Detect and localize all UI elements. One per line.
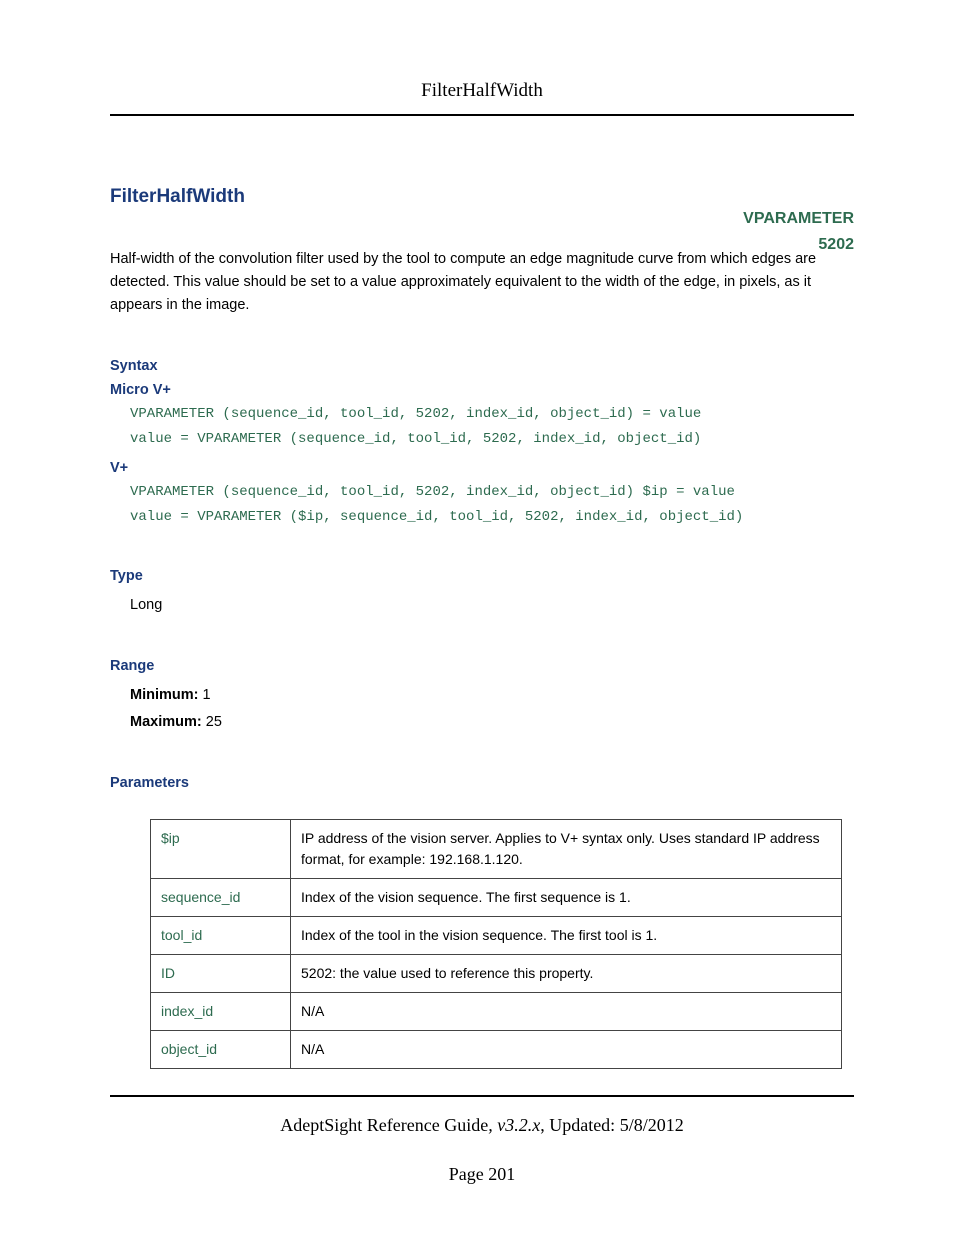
- parameters-heading: Parameters: [110, 775, 854, 791]
- tag-code: 5202: [743, 232, 854, 258]
- range-min-value: 1: [203, 687, 211, 703]
- syntax-heading: Syntax: [110, 358, 854, 374]
- range-max: Maximum: 25: [130, 709, 854, 737]
- range-max-value: 25: [206, 714, 222, 730]
- param-desc: Index of the vision sequence. The first …: [291, 878, 842, 916]
- param-desc: Index of the tool in the vision sequence…: [291, 916, 842, 954]
- param-name: tool_id: [151, 916, 291, 954]
- table-row: tool_id Index of the tool in the vision …: [151, 916, 842, 954]
- footer-version: , v3.2.x: [488, 1115, 540, 1135]
- footer-doc-title: AdeptSight Reference Guide: [280, 1115, 488, 1135]
- table-row: index_id N/A: [151, 992, 842, 1030]
- range-min: Minimum: 1: [130, 682, 854, 710]
- vplus-code: VPARAMETER (sequence_id, tool_id, 5202, …: [130, 480, 854, 530]
- param-name: ID: [151, 954, 291, 992]
- table-row: $ip IP address of the vision server. App…: [151, 819, 842, 878]
- tag-label: VPARAMETER: [743, 206, 854, 232]
- table-row: sequence_id Index of the vision sequence…: [151, 878, 842, 916]
- description-text: Half-width of the convolution filter use…: [110, 248, 854, 318]
- parameters-table: $ip IP address of the vision server. App…: [150, 819, 842, 1069]
- vplus-label: V+: [110, 460, 854, 476]
- type-value: Long: [130, 592, 854, 620]
- footer-page-number: 201: [488, 1164, 515, 1184]
- param-name: index_id: [151, 992, 291, 1030]
- param-desc: N/A: [291, 1030, 842, 1068]
- param-name: object_id: [151, 1030, 291, 1068]
- table-row: object_id N/A: [151, 1030, 842, 1068]
- range-heading: Range: [110, 658, 854, 674]
- range-max-label: Maximum:: [130, 714, 202, 730]
- param-name: sequence_id: [151, 878, 291, 916]
- micro-vplus-label: Micro V+: [110, 382, 854, 398]
- range-min-label: Minimum:: [130, 687, 198, 703]
- page-title: FilterHalfWidth: [110, 186, 854, 208]
- footer-updated-label: , Updated:: [540, 1115, 619, 1135]
- table-row: ID 5202: the value used to reference thi…: [151, 954, 842, 992]
- type-heading: Type: [110, 568, 854, 584]
- param-desc: N/A: [291, 992, 842, 1030]
- parameter-tag: VPARAMETER 5202: [743, 206, 854, 257]
- page-footer: AdeptSight Reference Guide, v3.2.x, Upda…: [110, 1095, 854, 1185]
- footer-updated-date: 5/8/2012: [620, 1115, 684, 1135]
- param-name: $ip: [151, 819, 291, 878]
- param-desc: IP address of the vision server. Applies…: [291, 819, 842, 878]
- micro-vplus-code: VPARAMETER (sequence_id, tool_id, 5202, …: [130, 402, 854, 452]
- footer-page-label: Page: [449, 1164, 489, 1184]
- param-desc: 5202: the value used to reference this p…: [291, 954, 842, 992]
- running-header: FilterHalfWidth: [110, 80, 854, 116]
